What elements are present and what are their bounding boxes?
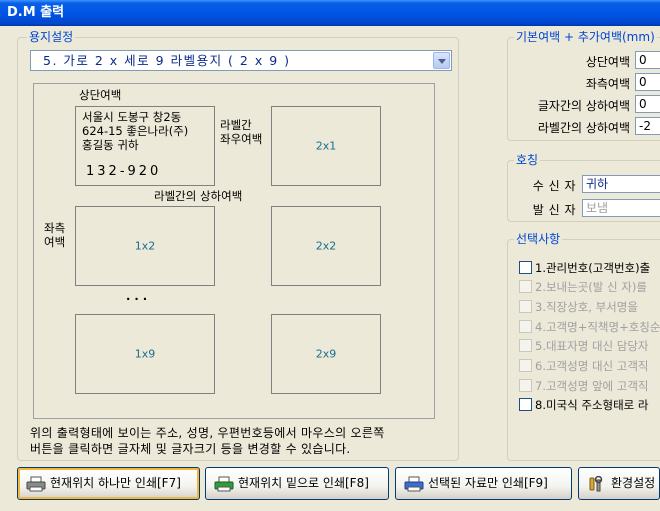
checkbox-icon[interactable] <box>519 359 532 372</box>
left-margin-line-1: 좌측 <box>44 221 66 235</box>
checkbox-icon[interactable] <box>519 398 532 411</box>
address-line-3: 홍길동 귀하 <box>82 138 139 152</box>
option-8-checkbox[interactable]: 8.미국식 주소형태로 라 <box>519 398 649 412</box>
label-2x2[interactable]: 2x2 <box>271 206 381 286</box>
settings-button[interactable]: 환경설정 <box>578 467 660 500</box>
checkbox-icon[interactable] <box>519 379 532 392</box>
left-margin-line-2: 여백 <box>44 235 66 249</box>
top-margin-label: 상단여백 <box>585 55 630 69</box>
options-legend: 선택사항 <box>514 231 563 247</box>
label-2x9[interactable]: 2x9 <box>271 314 381 394</box>
text-gap-field[interactable]: 0 <box>635 95 660 113</box>
usage-note-line-1: 위의 출력형태에 보이는 주소, 성명, 우편번호등에서 마우스의 오른쪽 <box>30 426 385 440</box>
usage-note: 위의 출력형태에 보이는 주소, 성명, 우편번호등에서 마우스의 오른쪽 버튼… <box>30 425 385 457</box>
option-4-checkbox[interactable]: 4.고객명+직책명+호칭순 <box>519 320 660 334</box>
option-6-label: 6.고객성명 대신 고객직 <box>535 359 649 373</box>
receiver-field[interactable]: 귀하 <box>582 175 660 193</box>
address-line-1: 서울시 도봉구 창2동 <box>82 110 182 124</box>
print-current-only-button[interactable]: 현재위치 하나만 인쇄[F7] <box>17 467 200 500</box>
horizontal-gap-line-1: 라벨간 <box>220 118 252 132</box>
checkbox-icon[interactable] <box>519 261 532 274</box>
settings-label: 환경설정 <box>611 476 656 490</box>
left-margin-caption: 좌측 여백 <box>44 221 65 249</box>
label-gap-label: 라벨간의 상하여백 <box>537 121 630 135</box>
preview-ellipsis: · · · <box>126 292 148 306</box>
checkbox-icon[interactable] <box>519 280 532 293</box>
print-selected-button[interactable]: 선택된 자료만 인쇄[F9] <box>395 467 572 500</box>
printer-green-icon <box>214 476 234 492</box>
label-address[interactable]: 서울시 도봉구 창2동 624-15 좋은나라(주) 홍길동 귀하 <box>82 110 188 152</box>
label-1x9-tag: 1x9 <box>134 347 156 361</box>
option-7-label: 7.고객성명 앞에 고객직 <box>535 379 649 393</box>
paper-settings-legend: 용지설정 <box>27 29 76 45</box>
label-zip[interactable]: 132-920 <box>86 164 161 179</box>
left-margin-field[interactable]: 0 <box>635 73 660 91</box>
chevron-down-icon[interactable] <box>433 52 450 69</box>
label-2x2-tag: 2x2 <box>315 239 337 253</box>
option-3-label: 3.직장상호, 부서명을 <box>535 300 638 314</box>
checkbox-icon[interactable] <box>519 320 532 333</box>
option-7-checkbox[interactable]: 7.고객성명 앞에 고객직 <box>519 379 649 393</box>
option-2-label: 2.보내는곳(발 신 자)를 <box>535 280 647 294</box>
option-5-label: 5.대표자명 대신 담당자 <box>535 339 649 353</box>
label-1x2[interactable]: 1x2 <box>75 206 215 286</box>
option-3-checkbox[interactable]: 3.직장상호, 부서명을 <box>519 300 638 314</box>
label-gap-field[interactable]: -2 <box>635 117 660 135</box>
option-4-label: 4.고객명+직책명+호칭순 <box>535 320 660 334</box>
checkbox-icon[interactable] <box>519 300 532 313</box>
address-line-2: 624-15 좋은나라(주) <box>82 124 189 138</box>
margin-legend: 기본여백 + 추가여백(mm) <box>514 29 657 45</box>
paper-type-value: 5. 가로 2 x 세로 9 라벨용지 ( 2 x 9 ) <box>43 53 291 68</box>
label-1x9[interactable]: 1x9 <box>75 314 215 394</box>
option-8-label: 8.미국식 주소형태로 라 <box>535 398 649 412</box>
print-selected-label: 선택된 자료만 인쇄[F9] <box>428 476 548 490</box>
sender-field[interactable]: 보냄 <box>582 199 660 217</box>
window-titlebar[interactable]: D.M 출력 <box>0 0 660 26</box>
honorific-legend: 호칭 <box>514 152 541 168</box>
horizontal-gap-line-2: 좌우여백 <box>220 132 263 146</box>
window-title: D.M 출력 <box>7 5 65 20</box>
printer-icon <box>26 476 46 492</box>
label-2x1-tag: 2x1 <box>315 139 337 153</box>
option-6-checkbox[interactable]: 6.고객성명 대신 고객직 <box>519 359 649 373</box>
horizontal-gap-caption: 라벨간 좌우여백 <box>220 118 262 146</box>
label-2x1[interactable]: 2x1 <box>271 106 381 186</box>
option-1-checkbox[interactable]: 1.관리번호(고객번호)출 <box>519 261 650 275</box>
print-current-only-label: 현재위치 하나만 인쇄[F7] <box>50 476 181 490</box>
printer-blue-icon <box>404 476 424 492</box>
checkbox-icon[interactable] <box>519 339 532 352</box>
option-1-label: 1.관리번호(고객번호)출 <box>535 261 651 275</box>
receiver-label: 수 신 자 <box>532 179 576 193</box>
left-margin-label: 좌측여백 <box>585 77 630 91</box>
vertical-gap-caption: 라벨간의 상하여백 <box>154 189 243 203</box>
text-gap-label: 글자간의 상하여백 <box>537 99 630 113</box>
top-margin-field[interactable]: 0 <box>635 51 660 69</box>
option-5-checkbox[interactable]: 5.대표자명 대신 담당자 <box>519 339 649 353</box>
label-2x9-tag: 2x9 <box>315 347 337 361</box>
print-below-label: 현재위치 밑으로 인쇄[F8] <box>238 476 369 490</box>
tools-icon <box>589 476 603 492</box>
sender-label: 발 신 자 <box>532 203 576 217</box>
option-2-checkbox[interactable]: 2.보내는곳(발 신 자)를 <box>519 280 647 294</box>
top-margin-caption[interactable]: 상단여백 <box>79 88 121 102</box>
label-1x2-tag: 1x2 <box>134 239 156 253</box>
paper-type-select[interactable]: 5. 가로 2 x 세로 9 라벨용지 ( 2 x 9 ) <box>30 50 452 71</box>
print-below-button[interactable]: 현재위치 밑으로 인쇄[F8] <box>205 467 389 500</box>
usage-note-line-2: 버튼을 클릭하면 글자체 및 글자크기 등을 변경할 수 있습니다. <box>30 442 351 456</box>
